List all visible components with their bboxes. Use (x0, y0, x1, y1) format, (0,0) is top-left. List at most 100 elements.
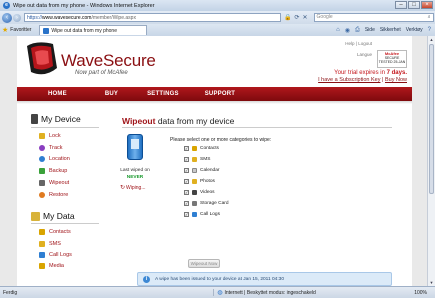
scrollbar-thumb[interactable] (429, 44, 434, 194)
category-call-logs[interactable]: ✓ Call Logs (184, 211, 220, 218)
page-content: WaveSecure Now part of McAfee Help | Log… (17, 36, 412, 286)
command-safety[interactable]: Sikkerhet (380, 27, 401, 33)
my-data-title: My Data (43, 211, 75, 221)
sidebar-item-lock[interactable]: Lock (39, 132, 61, 140)
category-checkbox[interactable]: ✓ (184, 212, 189, 217)
category-calendar[interactable]: ✓ Calendar (184, 167, 219, 174)
my-data-divider (31, 223, 99, 224)
category-label: Videos (200, 190, 215, 195)
sidebar-item-sms[interactable]: SMS (39, 240, 61, 248)
phone-screen (131, 139, 139, 149)
menu-settings[interactable]: SETTINGS (147, 91, 179, 97)
command-tools[interactable]: Verktøy (406, 27, 423, 33)
photos-icon (192, 179, 197, 184)
info-icon: i (143, 275, 150, 283)
category-sms[interactable]: ✓ SMS (184, 156, 210, 163)
header-language-link[interactable]: Langue (357, 52, 372, 57)
sidebar-item-wipeout[interactable]: Wipeout (39, 179, 69, 187)
sidebar-item-call-logs[interactable]: Call Logs (39, 251, 72, 259)
lock-icon[interactable]: 🔒 (284, 14, 291, 21)
sidebar-item-track[interactable]: Track (39, 144, 63, 152)
address-bar[interactable]: https:// www.wavesecure.com /member/Wipe… (24, 13, 281, 22)
category-storage-card[interactable]: ✓ Storage Card (184, 200, 229, 207)
category-label: Storage Card (200, 201, 229, 206)
sidebar-item-label: Lock (49, 133, 61, 139)
sidebar-item-restore[interactable]: Restore (39, 191, 68, 199)
sidebar-item-label: Restore (49, 192, 69, 198)
favorites-label: Favoritter (10, 27, 32, 33)
stop-icon[interactable]: ✕ (303, 14, 308, 21)
sidebar-item-backup[interactable]: Backup (39, 167, 67, 175)
header-top-links[interactable]: Help | Logout (345, 41, 372, 46)
search-input[interactable]: Google ⌕ (313, 13, 434, 22)
sidebar-item-label: Media (49, 263, 64, 269)
sidebar-item-label: Call Logs (49, 252, 72, 258)
media-icon (39, 263, 45, 269)
category-checkbox[interactable]: ✓ (184, 157, 189, 162)
wiping-label: Wiping... (126, 184, 146, 191)
location-globe-icon (39, 156, 45, 162)
minimize-button[interactable]: – (395, 1, 407, 9)
security-zone[interactable]: ◍ Internett | Beskyttet modus: ingeschak… (213, 289, 316, 296)
address-icons: 🔒 ⟳ ✕ (284, 14, 308, 21)
category-contacts[interactable]: ✓ Contacts (184, 145, 219, 152)
restore-icon (39, 192, 45, 198)
home-icon[interactable]: ⌂ (336, 27, 340, 33)
wipe-notice: i A wipe has been issued to your device … (137, 272, 392, 286)
call-logs-icon (39, 252, 45, 258)
sidebar-item-contacts[interactable]: Contacts (39, 228, 71, 236)
subscription-key-link[interactable]: I have a Subscription Key (318, 77, 380, 83)
page-title-rest: data from my device (157, 116, 235, 126)
sidebar-item-label: Track (49, 145, 63, 151)
sidebar-item-label: Wipeout (49, 180, 70, 186)
maximize-button[interactable]: □ (408, 1, 420, 9)
window-titlebar: e Wipe out data from my phone - Windows … (0, 0, 435, 11)
wipeout-now-button[interactable]: Wipeout Now (188, 259, 220, 268)
mcafee-secure-badge[interactable]: McAfee SECURE TESTED 25-JAN (377, 50, 407, 68)
sidebar-item-location[interactable]: Location (39, 155, 70, 163)
command-page[interactable]: Side (365, 27, 375, 33)
page-title-strong: Wipeout (122, 116, 156, 126)
brand-name: WaveSecure (61, 51, 156, 70)
favorites-button[interactable]: ★ Favoritter (2, 26, 31, 34)
contacts-icon (192, 146, 197, 151)
phone-icon (31, 114, 38, 124)
tab-current[interactable]: Wipe out data from my phone (39, 25, 148, 35)
back-button[interactable]: ‹ (2, 12, 12, 23)
security-zone-text: Internett | Beskyttet modus: ingeschakel… (224, 289, 316, 296)
close-button[interactable]: × (421, 1, 433, 9)
menu-buy[interactable]: BUY (105, 91, 118, 97)
zoom-level[interactable]: 100% (414, 290, 427, 296)
sidebar-item-label: Contacts (49, 229, 71, 235)
category-checkbox[interactable]: ✓ (184, 190, 189, 195)
refresh-icon[interactable]: ⟳ (294, 14, 299, 21)
sidebar-item-label: SMS (49, 241, 61, 247)
vertical-scrollbar[interactable]: ▲ ▼ (427, 36, 435, 286)
search-icon[interactable]: ⌕ (428, 14, 431, 21)
category-checkbox[interactable]: ✓ (184, 179, 189, 184)
category-checkbox[interactable]: ✓ (184, 146, 189, 151)
url-scheme: https:// (27, 14, 43, 21)
sidebar-item-media[interactable]: Media (39, 262, 64, 270)
scroll-down-icon[interactable]: ▼ (428, 279, 435, 286)
wavesecure-logo-icon (27, 42, 57, 75)
category-label: SMS (200, 157, 211, 162)
forward-button[interactable]: › (13, 13, 21, 22)
menu-home[interactable]: HOME (48, 91, 67, 97)
menu-support[interactable]: SUPPORT (205, 91, 235, 97)
category-checkbox[interactable]: ✓ (184, 168, 189, 173)
my-device-title: My Device (41, 114, 81, 124)
category-photos[interactable]: ✓ Photos (184, 178, 215, 185)
scroll-up-icon[interactable]: ▲ (428, 36, 435, 43)
rss-icon[interactable]: ◉ (345, 27, 350, 34)
page-viewport: WaveSecure Now part of McAfee Help | Log… (0, 36, 427, 286)
category-checkbox[interactable]: ✓ (184, 201, 189, 206)
category-label: Photos (200, 179, 215, 184)
window-title: Wipe out data from my phone - Windows In… (13, 2, 155, 9)
help-icon[interactable]: ? (428, 27, 431, 33)
my-device-divider (31, 127, 99, 128)
print-icon[interactable]: ⎙ (355, 27, 360, 34)
buy-now-link[interactable]: Buy Now (385, 77, 407, 83)
category-videos[interactable]: ✓ Videos (184, 189, 215, 196)
device-phone-icon (127, 134, 143, 160)
